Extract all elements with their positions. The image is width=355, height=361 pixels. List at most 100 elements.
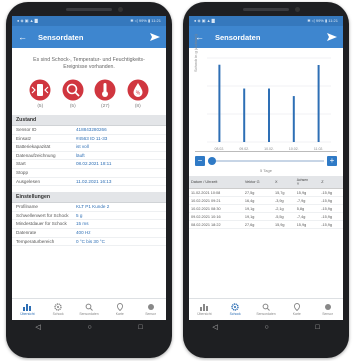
system-nav-bar: ◁ ○ □: [189, 320, 343, 334]
nav-sensordata[interactable]: Sensordaten: [254, 303, 278, 316]
cell: -15,9g: [319, 196, 343, 205]
camera: [295, 7, 300, 12]
event-count: (27): [100, 104, 110, 109]
nav-overview[interactable]: Übersicht: [192, 303, 216, 316]
chart-bar: [268, 88, 270, 142]
kv-key: Profilname: [16, 204, 38, 210]
camera: [118, 7, 123, 12]
kv-key: Datenaufzeichnung: [16, 152, 56, 158]
phone-left: ● ◈ ▣ ▲ ▇ ✱ ◁ 99% ▮ 11:21 ← Sensordaten …: [6, 2, 172, 358]
kv-value: 11.02.2021 16:13: [76, 178, 112, 184]
kv-row: Datenrate 400 Hz: [12, 229, 166, 238]
system-nav-bar: ◁ ○ □: [12, 320, 166, 334]
table-row[interactable]: 10.02.2021 09:21 16,4g -3,9g -7,9g -15,9g: [189, 196, 343, 205]
event-count: (5): [69, 104, 76, 109]
event-temperature[interactable]: (27): [94, 79, 116, 109]
kv-value: 0 °C bis 30 °C: [76, 238, 105, 244]
kv-row: Start 08.02.2021 18:11: [12, 160, 166, 169]
sensor-icon: [324, 304, 331, 310]
nav-map[interactable]: Karte: [285, 303, 309, 316]
nav-map[interactable]: Karte: [108, 303, 132, 316]
nav-sensordata[interactable]: Sensordaten: [77, 303, 101, 316]
sensor-icon: [147, 304, 154, 310]
col-header-vector: Vektor G: [242, 176, 273, 189]
bar-chart-icon: [23, 304, 32, 311]
nav-label: Sensordaten: [79, 312, 99, 316]
speaker: [243, 8, 289, 11]
x-tick-label: 11.02.: [314, 147, 323, 151]
kv-key: Mindestdauer für Schock: [16, 221, 67, 227]
cell: -15,9g: [319, 188, 343, 197]
nav-shock[interactable]: Schock: [223, 303, 247, 316]
home-icon[interactable]: ○: [87, 324, 91, 331]
event-shock[interactable]: (5): [29, 79, 51, 109]
screen-overview: ● ◈ ▣ ▲ ▇ ✱ ◁ 99% ▮ 11:21 ← Sensordaten …: [12, 16, 166, 334]
range-label: 5 Tage: [260, 168, 272, 173]
kv-value: [76, 169, 162, 177]
nav-label: Sensor: [322, 312, 333, 316]
table-row[interactable]: 08.02.2021 18:22 27,6g 15,9g 15,9g -15,9g: [189, 220, 343, 229]
cell: -2,1g: [273, 204, 295, 213]
kv-row: Profilname KLT P1 Kunde 2: [12, 203, 166, 212]
nav-overview[interactable]: Übersicht: [15, 303, 39, 316]
shock-alarm-icon: [29, 79, 51, 101]
event-search[interactable]: (5): [62, 79, 84, 109]
recents-icon[interactable]: □: [315, 324, 319, 331]
back-arrow-icon[interactable]: ←: [18, 32, 30, 42]
x-tick-label: 08.02.: [215, 147, 225, 151]
slider-thumb[interactable]: [208, 157, 216, 165]
x-tick-label: 10.02.: [264, 147, 274, 151]
nav-sensor[interactable]: Sensor: [139, 303, 163, 316]
slider-track[interactable]: [208, 157, 324, 165]
kv-key: Sensor ID: [16, 127, 37, 132]
kv-value: KLT P1 Kunde 2: [76, 204, 110, 210]
section-zustand: Zustand: [12, 115, 166, 126]
cell: 27,5g: [242, 188, 273, 197]
table-row[interactable]: 11.02.2021 10:08 27,5g 15,7g 15,9g -15,9g: [189, 188, 343, 197]
cell: 5,8g: [294, 204, 320, 213]
bar-chart-icon: [200, 304, 209, 311]
kv-row: Temperaturbereich 0 °C bis 30 °C: [12, 238, 166, 247]
kv-row: Batteriekapazität ist voll: [12, 143, 166, 152]
kv-value: ist voll: [76, 144, 89, 150]
zoom-out-button[interactable]: −: [195, 156, 205, 166]
recents-icon[interactable]: □: [138, 324, 142, 331]
nav-shock[interactable]: Schock: [46, 303, 70, 316]
map-pin-icon: [116, 303, 123, 311]
cell: 15,7g: [273, 188, 295, 197]
back-icon[interactable]: ◁: [35, 323, 40, 331]
kv-row: Schwellenwert für Schock 5 g: [12, 212, 166, 221]
nav-label: Übersicht: [197, 312, 212, 316]
bottom-nav: Übersicht Schock Sensordaten Karte Senso…: [189, 298, 343, 320]
send-icon[interactable]: [150, 32, 160, 42]
kv-value: #4563 ID 11-33: [76, 135, 108, 141]
kv-row: Ausgelesen 11.02.2021 16:13: [12, 178, 166, 187]
event-count: (8): [134, 104, 141, 109]
status-right: ✱ ◁ 99% ▮ 11:21: [307, 18, 338, 23]
app-bar: ← Sensordaten: [12, 26, 166, 48]
back-icon[interactable]: ◁: [212, 323, 217, 331]
status-bar: ● ◈ ▣ ▲ ▇ ✱ ◁ 99% ▮ 11:21: [12, 16, 166, 26]
achsen-label-visible: Achsen: [296, 178, 308, 182]
kv-row: Stopp: [12, 169, 166, 178]
bottom-nav: Übersicht Schock Sensordaten Karte Senso…: [12, 298, 166, 320]
kv-key: Start: [16, 161, 26, 167]
cell: -7,4g: [294, 212, 320, 221]
kv-row: Einsatz #4563 ID 11-33: [12, 135, 166, 144]
table-row[interactable]: 10.02.2021 08:30 19,1g -2,1g 5,8g -15,9g: [189, 204, 343, 213]
shock-chart: Schock in g (Achsen) 08.02. 09.02. 10.02. 1…: [193, 34, 337, 152]
event-humidity[interactable]: % (8): [127, 79, 149, 109]
zoom-in-button[interactable]: +: [327, 156, 337, 166]
nav-sensor[interactable]: Sensor: [316, 303, 340, 316]
table-row[interactable]: 09.02.2021 10:16 19,1g -5,5g -7,4g -15,9g: [189, 212, 343, 221]
cell: 10.02.2021 09:21: [189, 196, 243, 205]
cell: -5,5g: [273, 212, 295, 221]
kv-key: Ausgelesen: [16, 178, 41, 184]
status-right: ✱ ◁ 99% ▮ 11:21: [130, 18, 161, 23]
home-icon[interactable]: ○: [264, 324, 268, 331]
kv-key: Datenrate: [16, 229, 37, 235]
chart-y-label: Schock in g (Achsen): [193, 34, 198, 72]
send-icon[interactable]: [327, 32, 337, 42]
cell: 10.02.2021 08:30: [189, 204, 243, 213]
x-tick-label: 09.02.: [239, 147, 249, 151]
